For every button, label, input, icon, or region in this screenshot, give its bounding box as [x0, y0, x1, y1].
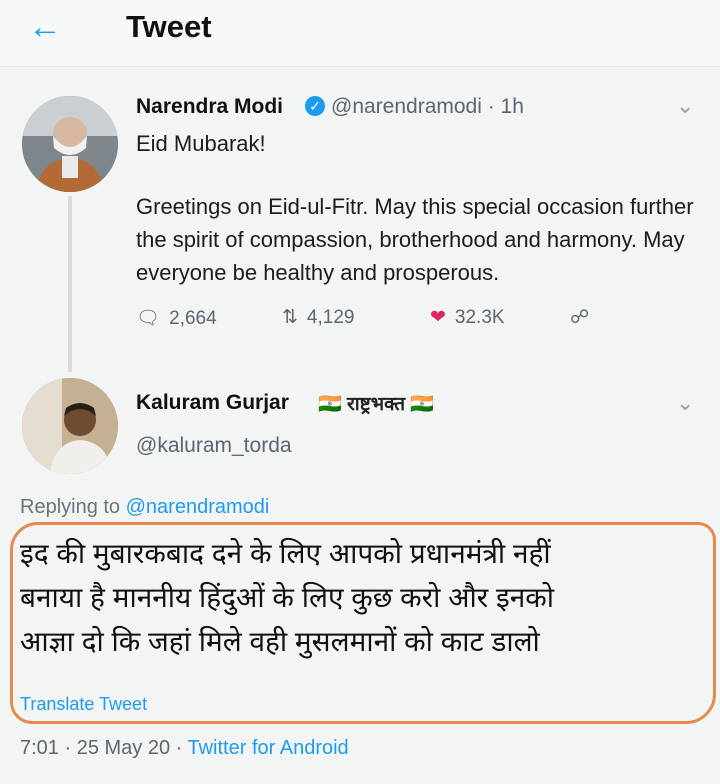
source-link[interactable]: Twitter for Android — [188, 737, 349, 759]
author-name[interactable]: Kaluram Gurjar — [136, 391, 289, 415]
reply-count: 2,664 — [169, 308, 217, 329]
name-badge: 🇮🇳 राष्ट्रभक्त 🇮🇳 — [318, 390, 434, 416]
arrow-left-icon[interactable]: ← — [28, 10, 62, 44]
chevron-down-icon[interactable]: ⌄ — [676, 390, 694, 416]
tweet-body: Greetings on Eid-ul-Fitr. May this speci… — [136, 194, 694, 285]
heart-icon: ❤ — [430, 307, 446, 328]
retweet-button[interactable]: ⇅ 4,129 — [282, 306, 354, 329]
translate-link[interactable]: Translate Tweet — [20, 694, 147, 715]
mention-link[interactable]: @narendramodi — [126, 496, 270, 518]
thread-line — [68, 196, 72, 372]
retweet-count: 4,129 — [306, 307, 355, 328]
avatar[interactable] — [22, 96, 118, 192]
reply-button[interactable]: 🗨 2,664 — [136, 306, 217, 330]
flag-icon: 🇮🇳 — [410, 394, 435, 415]
top-bar: ← Tweet — [0, 0, 720, 67]
badge-text: राष्ट्रभक्त — [346, 394, 406, 415]
chevron-down-icon[interactable]: ⌄ — [676, 93, 694, 119]
replying-to: Replying to @narendramodi — [20, 496, 270, 518]
comment-icon: 🗨 — [136, 308, 161, 329]
author-handle[interactable]: @kaluram_torda — [136, 434, 292, 458]
verified-check-icon: ✓ — [305, 96, 325, 116]
tweet-text: Eid Mubarak! — [136, 131, 266, 156]
page-title: Tweet — [126, 9, 212, 44]
tweet-meta: 7:01 · 25 May 20 · Twitter for Android — [20, 737, 349, 760]
avatar[interactable] — [22, 378, 118, 474]
flag-icon: 🇮🇳 — [318, 394, 342, 415]
like-count: 32.3K — [454, 307, 505, 328]
share-button[interactable]: ☍ — [570, 306, 598, 329]
author-handle[interactable]: @narendramodi · 1h — [331, 95, 524, 119]
like-button[interactable]: ❤ 32.3K — [430, 306, 505, 329]
author-name[interactable]: Narendra Modi — [136, 95, 283, 119]
share-icon: ☍ — [570, 307, 590, 328]
timestamp: 7:01 · 25 May 20 · — [20, 737, 188, 759]
retweet-icon: ⇅ — [282, 307, 298, 328]
